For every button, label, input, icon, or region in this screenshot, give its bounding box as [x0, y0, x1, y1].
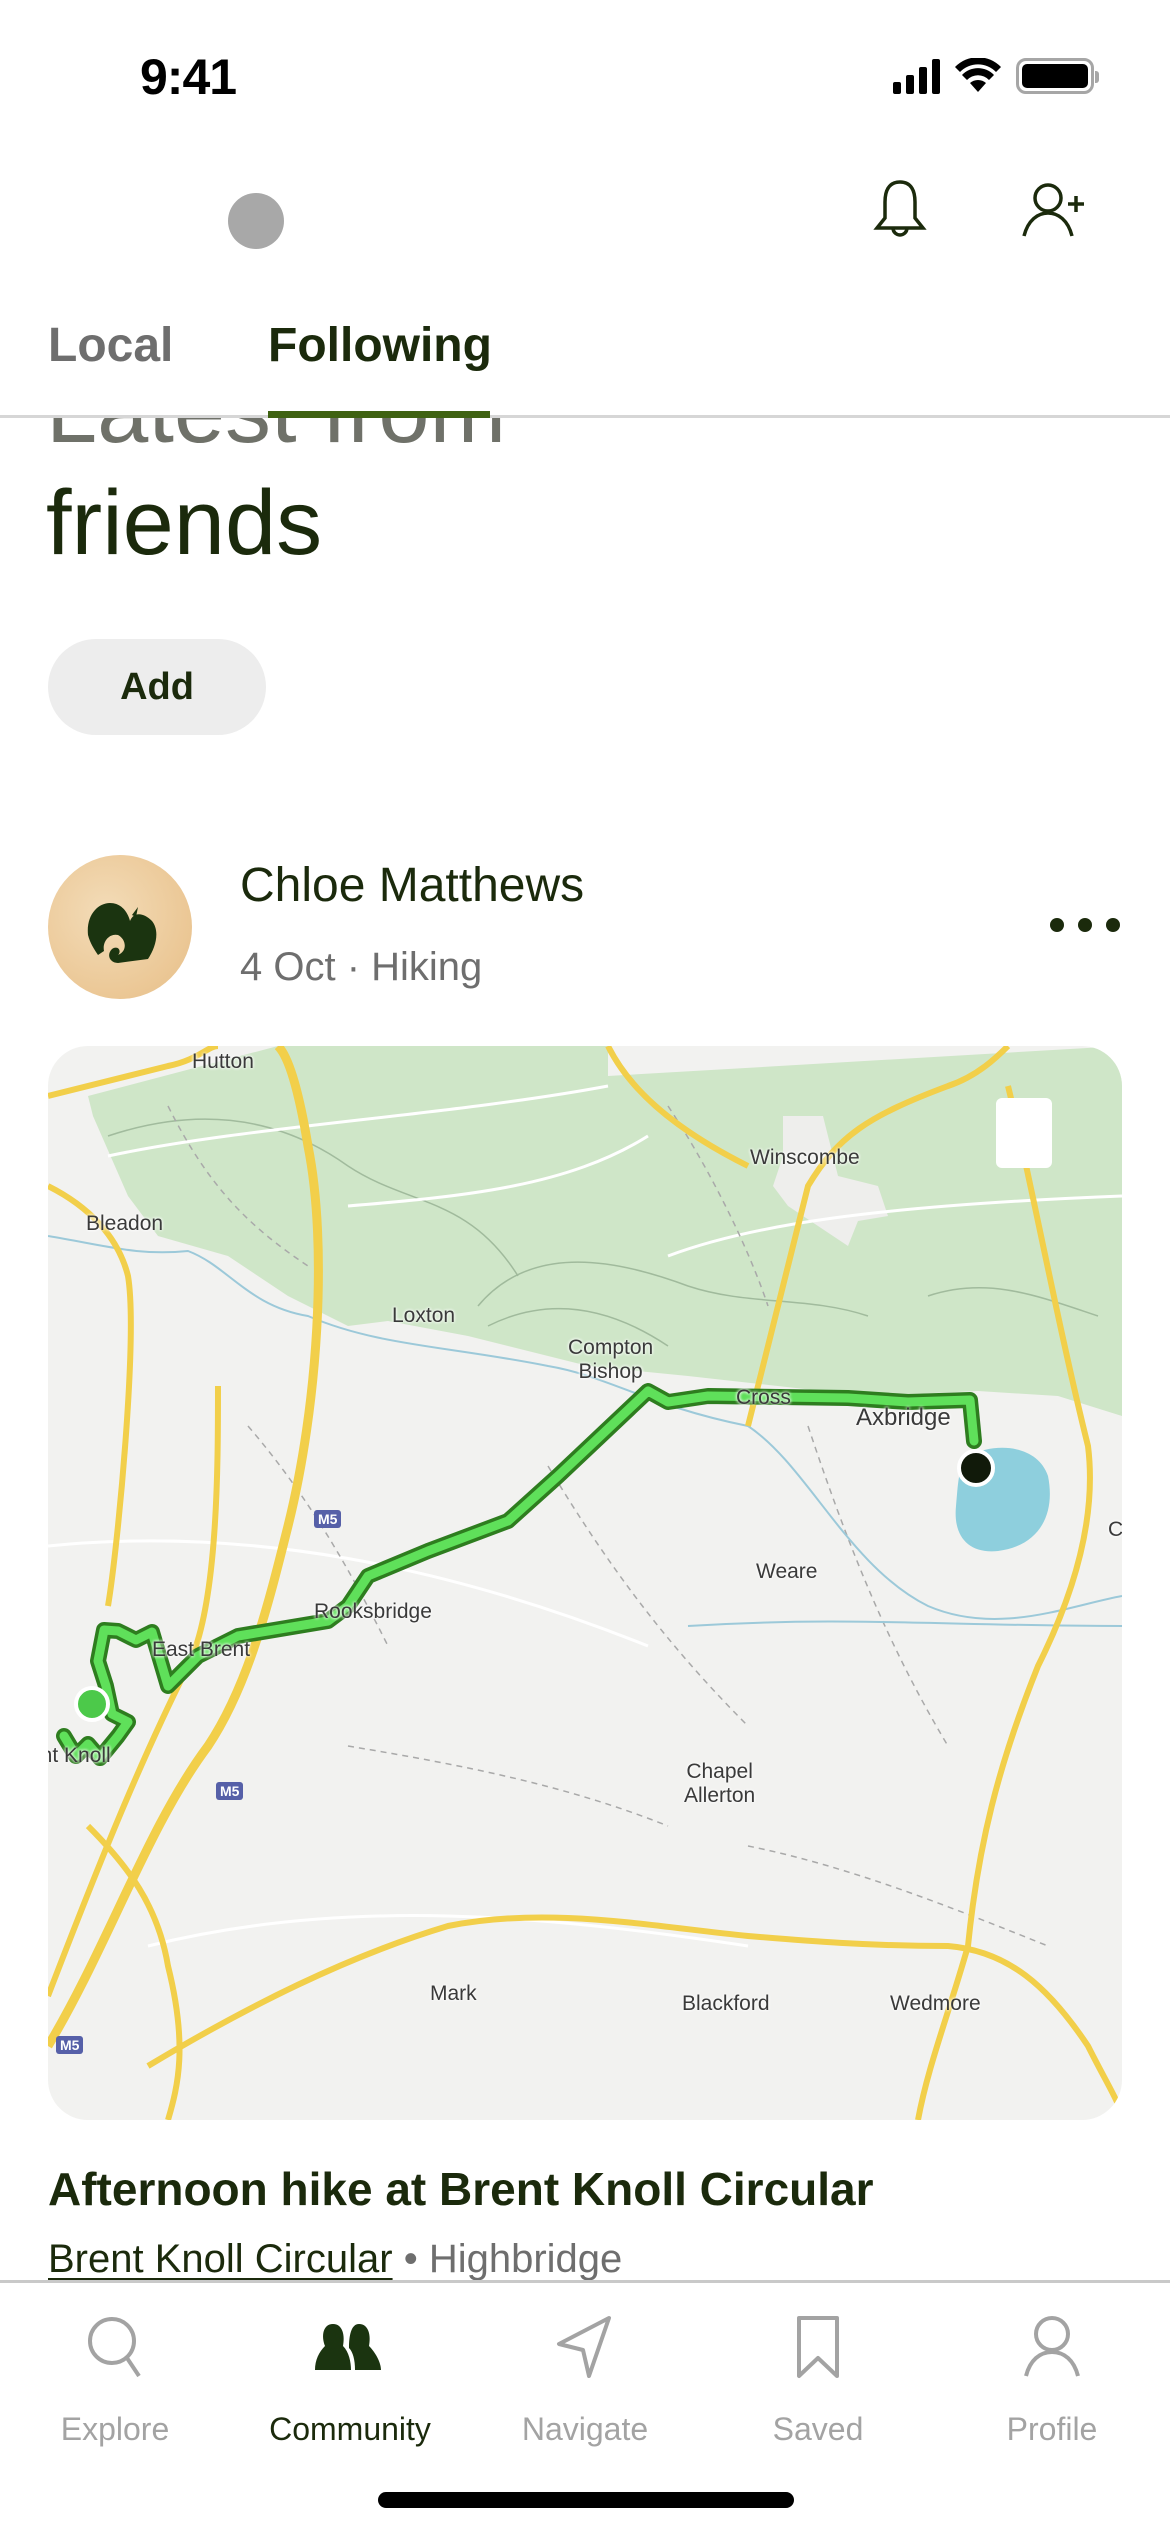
post-subtitle: Brent Knoll Circular • Highbridge — [48, 2237, 622, 2282]
map-label: Loxton — [392, 1304, 456, 1327]
map-label: Axbridge — [856, 1404, 951, 1431]
nav-label: Community — [269, 2411, 431, 2447]
bookmark-icon — [797, 2316, 839, 2378]
status-bar: 9:41 — [0, 0, 1170, 150]
tab-local[interactable]: Local — [48, 318, 173, 373]
section-title-line2: friends — [46, 472, 323, 574]
activity-map[interactable]: Hutton Winscombe Bleadon Loxton Compton … — [48, 1046, 1122, 2120]
map-label: Compton Bishop — [568, 1336, 654, 1383]
route-end-marker — [957, 1449, 995, 1487]
post-meta: 4 Oct · Hiking — [240, 945, 483, 989]
battery-icon — [1016, 58, 1099, 94]
map-label: Rooksbridge — [314, 1600, 432, 1623]
cellular-signal-icon — [893, 58, 940, 94]
map-label: Chapel Allerton — [684, 1760, 756, 1807]
avatar-image — [87, 903, 157, 963]
nav-explore[interactable]: Explore — [15, 2311, 215, 2448]
map-label: Weare — [756, 1560, 818, 1583]
nav-label: Profile — [1006, 2411, 1098, 2447]
road-shield-m5: M5 — [314, 1510, 342, 1528]
nav-saved[interactable]: Saved — [718, 2311, 918, 2448]
route-outline — [56, 1383, 982, 1766]
add-friend-button[interactable] — [1020, 175, 1090, 245]
add-user-icon — [1022, 183, 1084, 237]
status-time: 9:41 — [140, 49, 237, 105]
status-icons — [893, 58, 1099, 94]
nav-profile[interactable]: Profile — [952, 2311, 1152, 2448]
loading-indicator — [228, 193, 284, 249]
add-friends-button[interactable]: Add — [48, 639, 266, 735]
post-title[interactable]: Afternoon hike at Brent Knoll Circular — [48, 2162, 874, 2216]
map-label: Hutton — [192, 1050, 254, 1073]
wifi-icon — [955, 58, 1001, 92]
map-label: Bleadon — [86, 1212, 164, 1235]
road-shield-m5: M5 — [56, 2036, 84, 2054]
more-dot — [1078, 918, 1092, 932]
more-dot — [1050, 918, 1064, 932]
feed-tabs: Local Following — [0, 300, 1170, 418]
map-label: Brent Knoll — [48, 1744, 111, 1767]
route-line — [59, 1386, 979, 1763]
profile-icon — [1024, 2316, 1080, 2377]
separator: • — [392, 2237, 429, 2281]
map-label: East Brent — [152, 1638, 251, 1661]
more-dot — [1106, 918, 1120, 932]
map-label: Blackford — [682, 1992, 770, 2015]
route-start-marker — [74, 1686, 110, 1722]
post-location: Highbridge — [428, 2237, 623, 2281]
tab-following[interactable]: Following — [268, 318, 492, 373]
road-shield-m5: M5 — [216, 1782, 244, 1800]
notifications-button[interactable] — [865, 175, 935, 245]
nav-label: Explore — [60, 2411, 170, 2447]
community-icon — [315, 2324, 381, 2370]
nav-label: Navigate — [521, 2411, 649, 2447]
map-label: Mark — [430, 1982, 477, 2005]
map-label: Wedmore — [890, 1992, 981, 2015]
trail-link[interactable]: Brent Knoll Circular — [48, 2237, 393, 2281]
nav-label: Saved — [772, 2411, 864, 2447]
map-base — [48, 1046, 1122, 2120]
save-map-button[interactable] — [996, 1098, 1052, 1168]
search-icon — [88, 2317, 141, 2378]
nav-navigate[interactable]: Navigate — [485, 2311, 685, 2448]
active-tab-indicator — [268, 411, 490, 418]
map-label: Cross — [736, 1386, 791, 1409]
more-options-button[interactable] — [1050, 910, 1120, 940]
bookmark-icon — [996, 1098, 1122, 2120]
author-avatar[interactable] — [48, 855, 192, 999]
navigate-icon — [557, 2316, 611, 2378]
home-indicator[interactable] — [378, 2492, 794, 2508]
bell-icon — [873, 180, 927, 237]
author-name[interactable]: Chloe Matthews — [240, 858, 584, 913]
map-label: Winscombe — [750, 1146, 860, 1169]
nav-community[interactable]: Community — [250, 2311, 450, 2448]
